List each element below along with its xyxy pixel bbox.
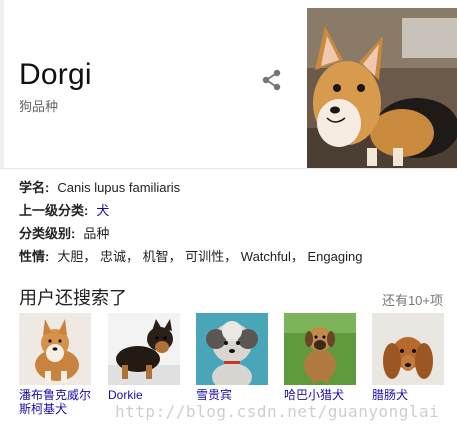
related-label[interactable]: 哈巴小猎犬 bbox=[284, 388, 356, 402]
related-item-dorkie[interactable]: Dorkie bbox=[108, 313, 180, 402]
related-thumbnail bbox=[372, 313, 444, 385]
fact-value: 大胆， 忠诚， 机智， 可训性， Watchful， Engaging bbox=[57, 249, 363, 264]
more-results-link[interactable]: 还有10+项 bbox=[382, 290, 443, 309]
fact-value: 品种 bbox=[83, 226, 110, 241]
related-label[interactable]: 雪贵宾 bbox=[196, 388, 268, 402]
related-label[interactable]: 腊肠犬 bbox=[372, 388, 444, 402]
hero-image[interactable] bbox=[307, 8, 457, 168]
fact-label: 学名: bbox=[19, 180, 50, 195]
divider bbox=[0, 168, 457, 169]
related-item-pembroke-corgi[interactable]: 潘布鲁克威尔斯柯基犬 bbox=[19, 313, 91, 416]
watermark-text: http://blog.csdn.net/guanyonglai bbox=[115, 402, 440, 421]
fact-row-rank: 分类级别: 品种 bbox=[19, 222, 449, 245]
facts-list: 学名: Canis lupus familiaris 上一级分类: 犬 分类级别: 品… bbox=[19, 176, 449, 268]
entity-title: Dorgi bbox=[19, 58, 92, 91]
fact-row-scientific-name: 学名: Canis lupus familiaris bbox=[19, 176, 449, 199]
related-label[interactable]: 潘布鲁克威尔斯柯基犬 bbox=[19, 388, 91, 416]
entity-subtitle: 狗品种 bbox=[19, 99, 59, 114]
share-icon bbox=[262, 69, 281, 91]
panel-edge bbox=[0, 0, 4, 168]
related-item-puggle[interactable]: 哈巴小猎犬 bbox=[284, 313, 356, 402]
fact-link-dog[interactable]: 犬 bbox=[96, 203, 109, 218]
related-item-snow-poodle[interactable]: 雪贵宾 bbox=[196, 313, 268, 402]
knowledge-panel: Dorgi 狗品种 学名: Canis lupus familiaris 上一级… bbox=[0, 0, 457, 432]
related-item-dachshund[interactable]: 腊肠犬 bbox=[372, 313, 444, 402]
fact-row-parent-class: 上一级分类: 犬 bbox=[19, 199, 449, 222]
related-searches-title: 用户还搜索了 bbox=[19, 288, 127, 308]
related-thumbnail bbox=[284, 313, 356, 385]
related-label[interactable]: Dorkie bbox=[108, 388, 180, 402]
fact-label: 分类级别: bbox=[19, 226, 76, 241]
share-button[interactable] bbox=[258, 66, 286, 94]
related-thumbnail bbox=[108, 313, 180, 385]
fact-value: Canis lupus familiaris bbox=[57, 180, 181, 195]
related-thumbnail bbox=[19, 313, 91, 385]
fact-label: 上一级分类: bbox=[19, 203, 89, 218]
fact-label: 性情: bbox=[19, 249, 50, 264]
fact-row-temperament: 性情: 大胆， 忠诚， 机智， 可训性， Watchful， Engaging bbox=[19, 245, 449, 268]
related-thumbnail bbox=[196, 313, 268, 385]
